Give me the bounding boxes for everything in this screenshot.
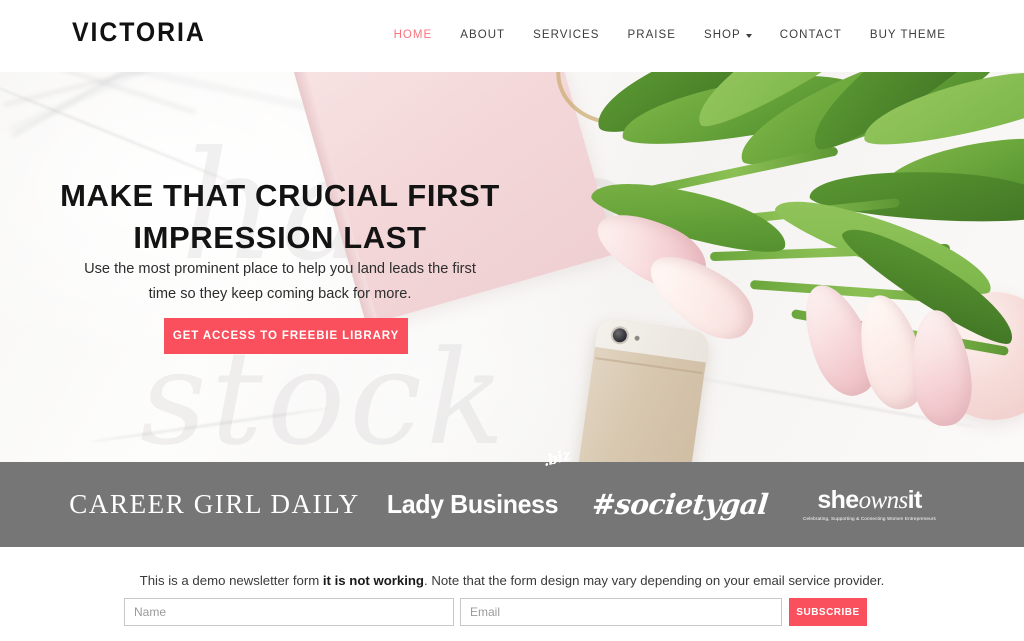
featured-logos-bar: CAREER GIRL DAILY Lady Business .biz #so…	[0, 446, 1024, 547]
nav-item-shop[interactable]: SHOP	[690, 27, 766, 43]
brand-logo-career-girl-daily[interactable]: CAREER GIRL DAILY	[65, 462, 365, 547]
newsletter-note: This is a demo newsletter form it is not…	[0, 572, 1024, 590]
nav-item-about[interactable]: ABOUT	[446, 27, 519, 43]
tulip-bouquet	[560, 72, 1024, 462]
hero-content: MAKE THAT CRUCIAL FIRST IMPRESSION LAST …	[0, 72, 560, 462]
site-header: VICTORIA HOME ABOUT SERVICES PRAISE SHOP…	[0, 0, 1024, 72]
newsletter-section: This is a demo newsletter form it is not…	[0, 547, 1024, 641]
brand-logo-sheownsit[interactable]: sheownsit Celebrating, Supporting & Conn…	[780, 462, 960, 547]
newsletter-form: SUBSCRIBE	[124, 598, 867, 626]
get-access-button[interactable]: GET ACCESS TO FREEBIE LIBRARY	[164, 318, 408, 354]
chevron-down-icon	[745, 34, 752, 38]
subscribe-button[interactable]: SUBSCRIBE	[789, 598, 867, 626]
newsletter-note-bold: it is not working	[322, 573, 424, 588]
brand-logo-societygal[interactable]: #societygal	[575, 462, 784, 547]
brand-lady-business-text: Lady Business	[386, 489, 558, 519]
landing-page: VICTORIA HOME ABOUT SERVICES PRAISE SHOP…	[0, 0, 1024, 641]
nav-item-buy-theme[interactable]: BUY THEME	[856, 27, 960, 43]
nav-item-home[interactable]: HOME	[380, 27, 447, 43]
brand-sheownsit-wordmark: sheownsit	[803, 487, 936, 514]
brand-sheownsit-it: it	[907, 485, 923, 514]
nav-item-contact[interactable]: CONTACT	[766, 27, 856, 43]
name-input[interactable]	[124, 598, 454, 626]
hero-subtitle: Use the most prominent place to help you…	[84, 261, 476, 302]
main-navigation: HOME ABOUT SERVICES PRAISE SHOP CONTACT …	[380, 27, 960, 43]
site-logo[interactable]: VICTORIA	[72, 19, 206, 46]
nav-item-shop-label: SHOP	[703, 29, 741, 41]
hero-title-line-2: IMPRESSION LAST	[133, 220, 427, 255]
brand-sheownsit-tagline: Celebrating, Supporting & Connecting Wom…	[803, 515, 936, 521]
hero-title: MAKE THAT CRUCIAL FIRST IMPRESSION LAST	[48, 175, 512, 259]
email-input[interactable]	[460, 598, 782, 626]
brand-logo-lady-business[interactable]: Lady Business .biz	[369, 446, 575, 547]
newsletter-note-suffix: . Note that the form design may vary dep…	[424, 573, 885, 588]
newsletter-note-prefix: This is a demo newsletter form	[139, 573, 323, 588]
brand-sheownsit-she: she	[817, 485, 859, 514]
nav-item-services[interactable]: SERVICES	[519, 27, 613, 43]
hero-section: haute stock	[0, 72, 1024, 462]
brand-sheownsit-owns: owns	[858, 486, 909, 514]
hero-title-line-1: MAKE THAT CRUCIAL FIRST	[60, 178, 500, 213]
nav-item-praise[interactable]: PRAISE	[614, 27, 690, 43]
